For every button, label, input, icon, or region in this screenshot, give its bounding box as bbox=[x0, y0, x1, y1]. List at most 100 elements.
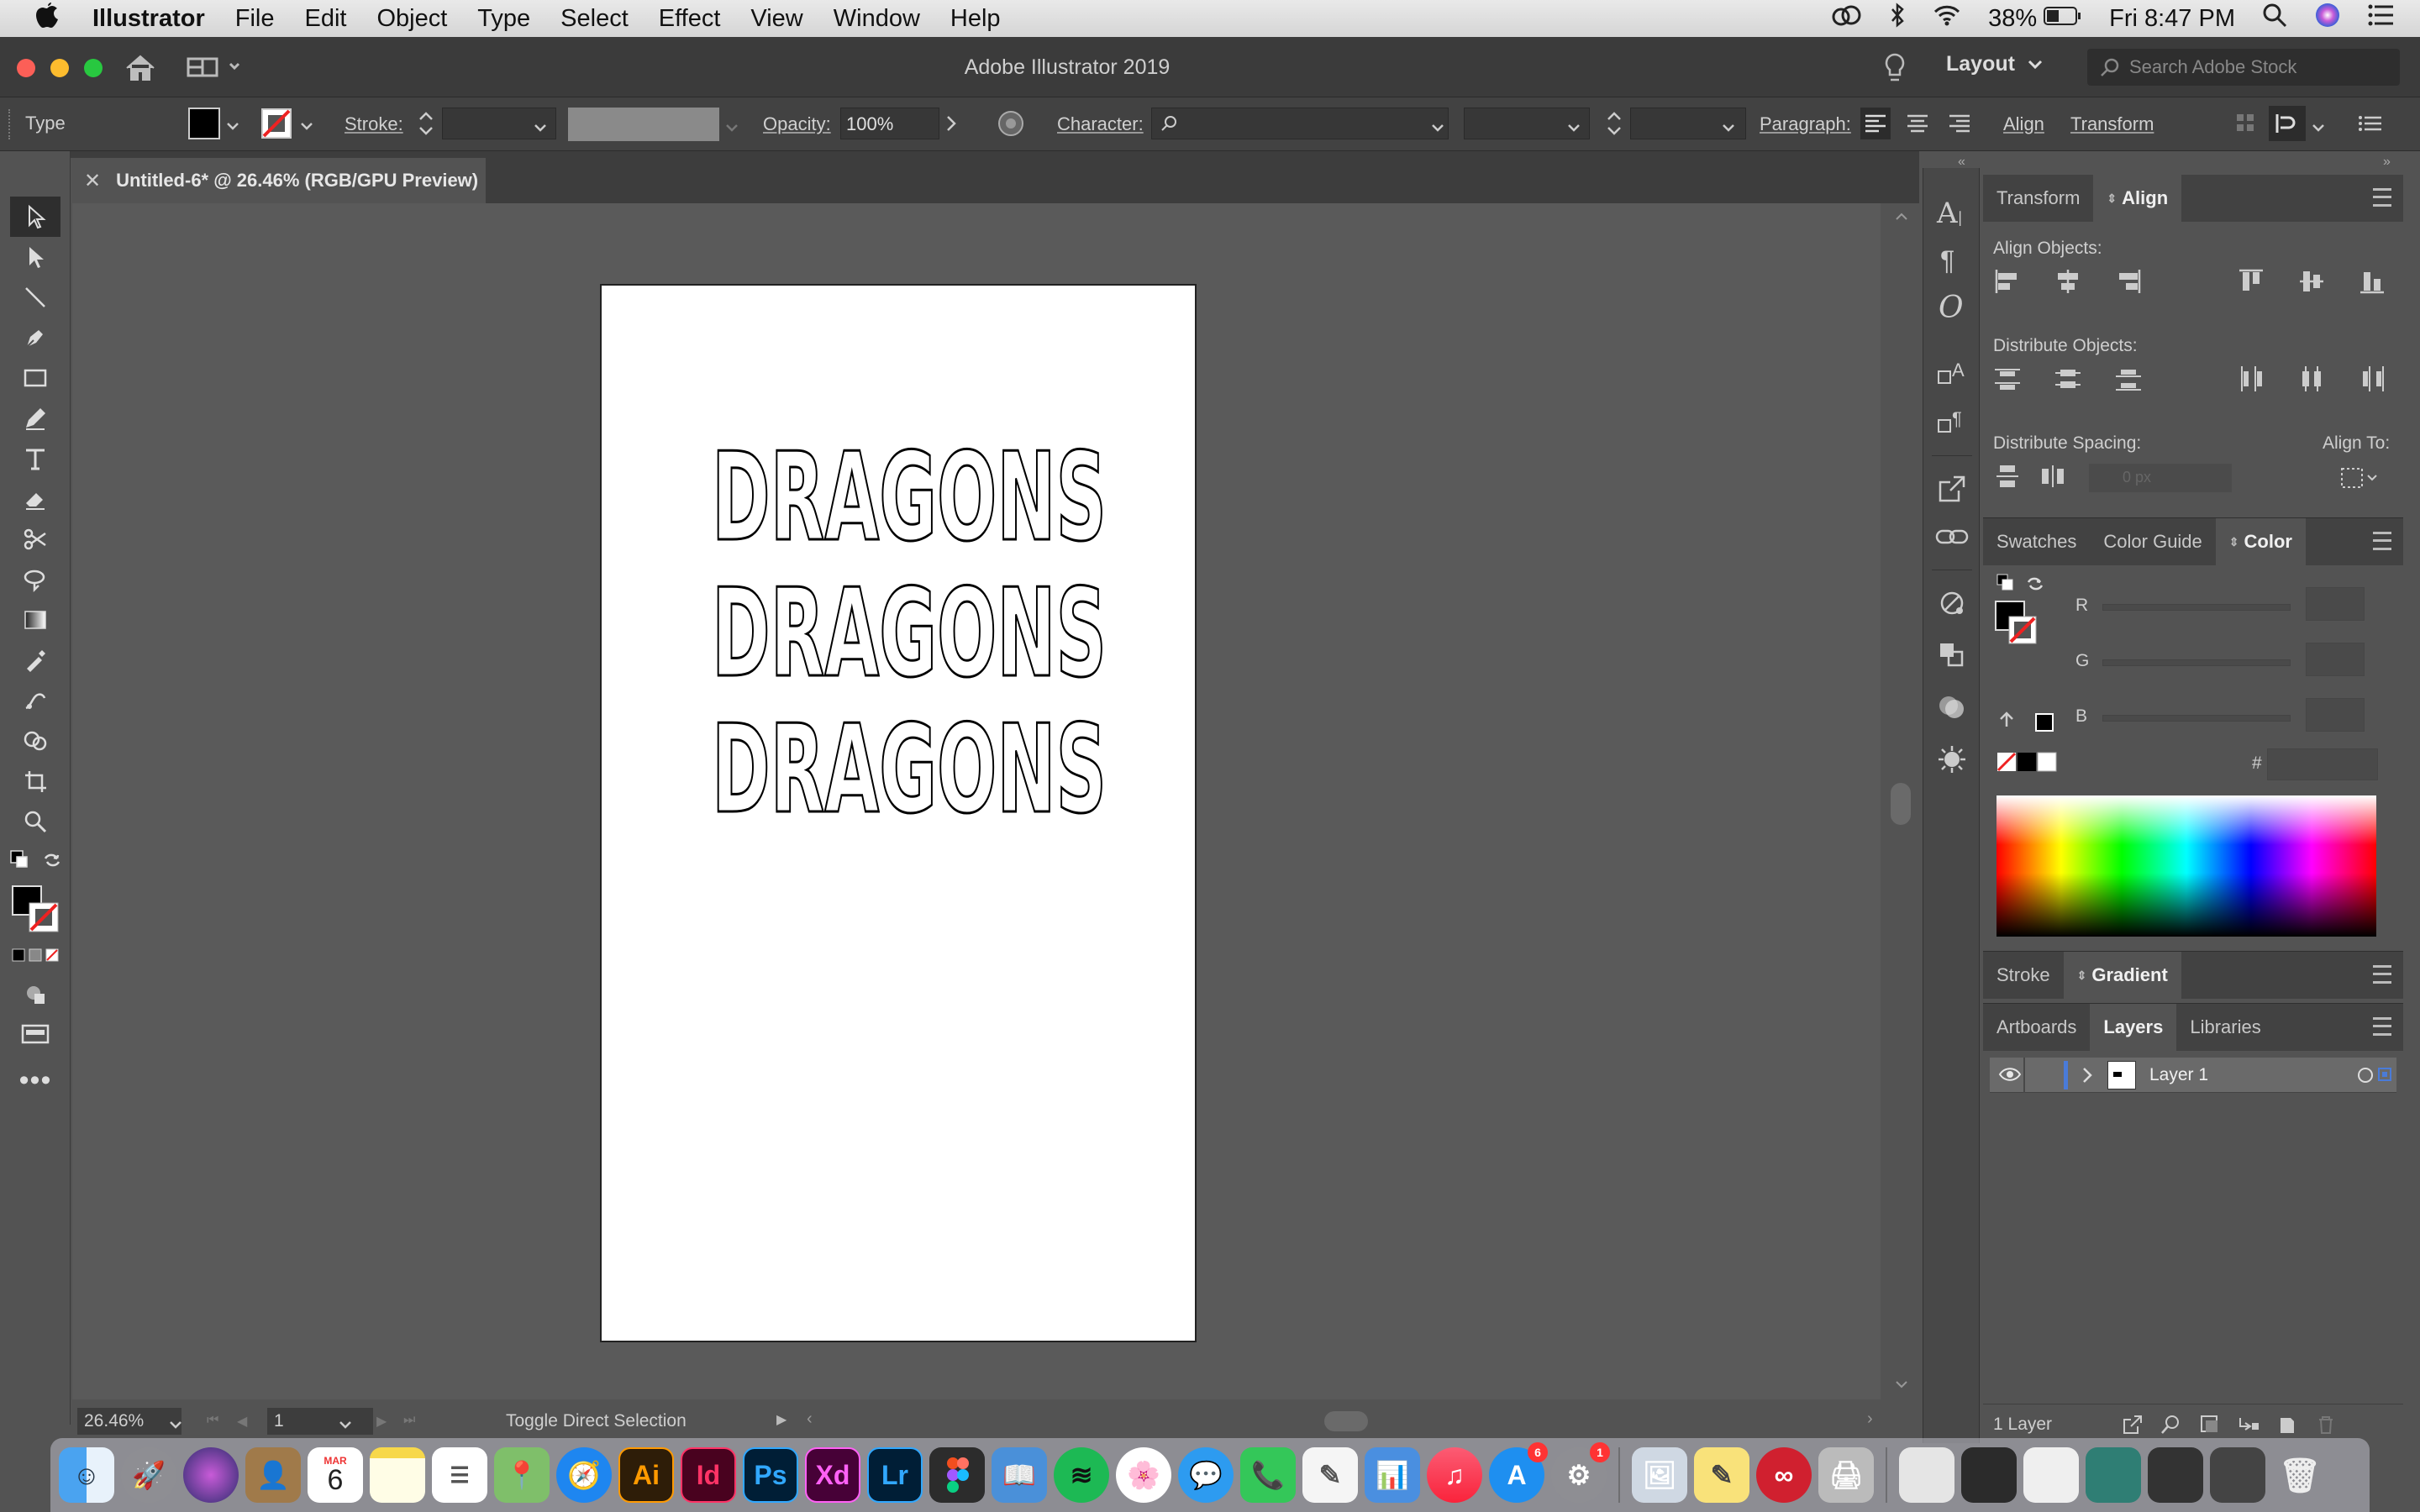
system-preferences-icon[interactable]: ⚙ 1 bbox=[1551, 1442, 1610, 1503]
vertical-align-center-icon[interactable] bbox=[2297, 267, 2326, 300]
horizontal-distribute-left-icon[interactable] bbox=[2237, 365, 2265, 397]
horizontal-align-left-icon[interactable] bbox=[1993, 267, 2022, 300]
lightbulb-icon[interactable] bbox=[1882, 52, 1907, 90]
transparency-panel-icon[interactable] bbox=[1937, 692, 1967, 727]
wifi-icon[interactable] bbox=[1933, 3, 1961, 34]
app-store-icon[interactable]: A 6 bbox=[1489, 1442, 1548, 1503]
lightroom-dock-icon[interactable]: Lr bbox=[867, 1447, 923, 1503]
menu-effect[interactable]: Effect bbox=[659, 5, 721, 33]
scroll-left-icon[interactable]: ‹ bbox=[807, 1410, 813, 1429]
expand-layer-chevron-icon[interactable] bbox=[2081, 1066, 2094, 1089]
text-frame-options-button[interactable] bbox=[2269, 106, 2306, 141]
vertical-scroll-thumb[interactable] bbox=[1891, 783, 1911, 825]
safari-icon[interactable]: 🧭 bbox=[556, 1447, 612, 1503]
menu-window[interactable]: Window bbox=[834, 5, 920, 33]
fill-stroke-swatches[interactable] bbox=[0, 882, 70, 937]
pencil-tool-icon[interactable] bbox=[0, 398, 71, 438]
textedit-icon[interactable]: ✎ bbox=[1302, 1447, 1358, 1503]
screen-mode-icon[interactable] bbox=[0, 1015, 71, 1055]
first-artboard-icon[interactable]: ⏮ bbox=[207, 1413, 218, 1428]
opacity-label[interactable]: Opacity: bbox=[763, 113, 831, 135]
minimized-window-3[interactable] bbox=[2023, 1447, 2079, 1503]
artwork-text-line-2[interactable]: DRAGONS bbox=[711, 562, 1108, 706]
edit-toolbar-more-icon[interactable]: ••• bbox=[0, 1055, 71, 1105]
layer-name[interactable]: Layer 1 bbox=[2149, 1065, 2208, 1085]
vertical-distribute-bottom-icon[interactable] bbox=[2114, 365, 2143, 397]
status-menu-arrow-icon[interactable]: ▶ bbox=[776, 1411, 786, 1428]
battery-icon[interactable] bbox=[2044, 5, 2082, 33]
new-layer-icon[interactable] bbox=[2275, 1413, 2299, 1441]
trash-icon[interactable]: 🗑 bbox=[2272, 1447, 2328, 1503]
delete-layer-icon[interactable] bbox=[2314, 1413, 2338, 1441]
transform-panel-link[interactable]: Transform bbox=[2070, 113, 2154, 135]
facetime-icon[interactable]: 📞 bbox=[1240, 1447, 1296, 1503]
r-channel-field[interactable] bbox=[2306, 587, 2365, 621]
align-panel-link[interactable]: Align bbox=[2003, 113, 2044, 135]
contacts-icon[interactable]: 👤 bbox=[245, 1447, 301, 1503]
notes-icon[interactable] bbox=[370, 1447, 425, 1503]
pathfinder-panel-icon[interactable] bbox=[1937, 640, 1967, 675]
vertical-align-top-icon[interactable] bbox=[2237, 267, 2265, 300]
paragraph-panel-icon[interactable]: ¶ bbox=[1940, 245, 1954, 276]
creative-cloud-dock-icon[interactable]: ∞ bbox=[1756, 1447, 1812, 1503]
isolate-icon[interactable] bbox=[2233, 111, 2259, 141]
keynote-icon[interactable]: 📊 bbox=[1365, 1447, 1420, 1503]
spotify-icon[interactable]: ≋ bbox=[1054, 1447, 1109, 1503]
color-default-icon[interactable] bbox=[1996, 574, 2015, 596]
lasso-tool-icon[interactable] bbox=[0, 559, 71, 600]
locate-object-icon[interactable] bbox=[2160, 1413, 2183, 1441]
out-of-gamut-icon[interactable] bbox=[1996, 711, 2017, 734]
visibility-eye-icon[interactable] bbox=[1998, 1066, 2022, 1087]
artwork-text-line-3[interactable]: DRAGONS bbox=[711, 698, 1108, 843]
align-left-button[interactable] bbox=[1860, 108, 1891, 139]
horizontal-align-center-icon[interactable] bbox=[2054, 267, 2082, 300]
align-center-button[interactable] bbox=[1902, 108, 1933, 144]
font-family-chevron-icon[interactable] bbox=[1430, 118, 1445, 139]
character-styles-icon[interactable]: A bbox=[1937, 358, 1967, 392]
r-channel-slider[interactable] bbox=[2102, 604, 2291, 611]
align-right-button[interactable] bbox=[1944, 108, 1975, 144]
clipping-mask-icon[interactable] bbox=[2198, 1413, 2222, 1441]
export-asset-icon[interactable] bbox=[1937, 474, 1967, 508]
color-swap-icon[interactable] bbox=[2025, 574, 2045, 598]
music-icon[interactable]: ♫ bbox=[1427, 1447, 1482, 1503]
tab-gradient[interactable]: ⇕ Gradient bbox=[2063, 952, 2181, 999]
fill-color-swatch[interactable] bbox=[188, 108, 220, 139]
distribute-spacing-field[interactable]: 0 px bbox=[2089, 464, 2232, 492]
menubar-clock[interactable]: Fri 8:47 PM bbox=[2109, 5, 2235, 33]
target-circle-icon[interactable] bbox=[2358, 1068, 2373, 1083]
swap-colors-icon[interactable] bbox=[42, 850, 62, 874]
printer-icon[interactable]: 🖨 bbox=[1818, 1447, 1874, 1503]
reminders-icon[interactable]: ☰ bbox=[432, 1447, 487, 1503]
selection-indicator[interactable] bbox=[2378, 1068, 2391, 1081]
menu-view[interactable]: View bbox=[750, 5, 802, 33]
tab-layers[interactable]: Layers bbox=[2090, 1004, 2177, 1051]
menu-type[interactable]: Type bbox=[477, 5, 530, 33]
vertical-align-bottom-icon[interactable] bbox=[2358, 267, 2386, 300]
horizontal-distribute-space-icon[interactable] bbox=[2039, 462, 2067, 495]
tab-stroke[interactable]: Stroke bbox=[1983, 952, 2064, 999]
tab-transform[interactable]: Transform bbox=[1983, 175, 2093, 222]
minimized-window-6[interactable] bbox=[2210, 1447, 2265, 1503]
vertical-distribute-space-icon[interactable] bbox=[1993, 462, 2022, 495]
control-bar-menu-icon[interactable] bbox=[2358, 111, 2383, 141]
calendar-icon[interactable]: MAR 6 bbox=[308, 1447, 363, 1503]
font-size-chevron-icon[interactable] bbox=[1721, 118, 1736, 139]
creative-cloud-icon[interactable] bbox=[1830, 3, 1862, 34]
text-options-chevron-icon[interactable] bbox=[2311, 118, 2326, 139]
workspace-switcher[interactable]: Layout bbox=[1946, 52, 2044, 76]
menu-object[interactable]: Object bbox=[376, 5, 447, 33]
previous-artboard-icon[interactable]: ◀ bbox=[237, 1413, 247, 1430]
stroke-weight-chevron-icon[interactable] bbox=[533, 118, 548, 139]
type-tool-icon[interactable] bbox=[0, 438, 71, 479]
align-panel-menu-icon[interactable] bbox=[2373, 188, 2391, 207]
artboard-number-field[interactable]: 1 bbox=[267, 1408, 373, 1435]
paragraph-styles-icon[interactable]: ¶ bbox=[1937, 407, 1967, 441]
zoom-tool-icon[interactable] bbox=[0, 801, 71, 842]
siri-dock-icon[interactable] bbox=[183, 1447, 239, 1503]
stickies-icon[interactable]: ✎ bbox=[1694, 1447, 1749, 1503]
none-white-black-swatches[interactable] bbox=[1996, 752, 2057, 776]
xd-dock-icon[interactable]: Xd bbox=[805, 1447, 860, 1503]
artboard[interactable]: DRAGONS DRAGONS DRAGONS bbox=[602, 286, 1195, 1341]
menu-edit[interactable]: Edit bbox=[304, 5, 346, 33]
